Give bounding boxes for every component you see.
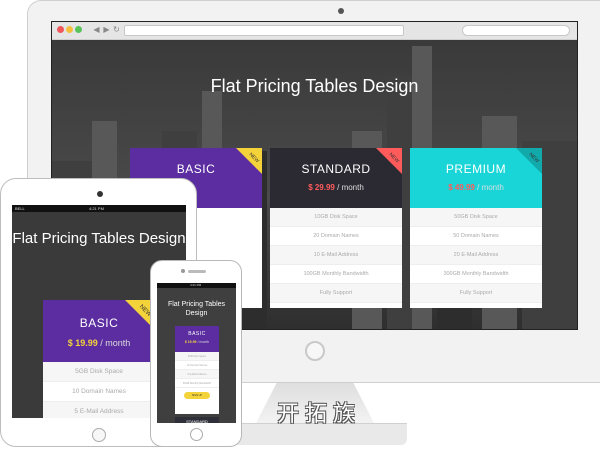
feature-row: 50 Domain Names xyxy=(410,227,542,246)
card-header: BASIC $ 19.99 / month xyxy=(175,326,219,352)
feature-row: 5 E-Mail Address xyxy=(43,402,155,418)
feature-row: 5GB Disk Space xyxy=(43,362,155,382)
feature-row: 10 Domain Names xyxy=(175,361,219,370)
pricing-card-basic: BASIC $ 19.99 / month 5GB Disk Space 10 … xyxy=(175,326,219,414)
feature-row: 50GB Disk Space xyxy=(410,208,542,227)
phone-screen: 4:21 PM Flat Pricing Tables Design BASIC… xyxy=(157,283,236,423)
pricing-card-standard: STANDARD $ 29.99 / month NEW 10GB Disk S… xyxy=(270,148,402,308)
page-title: Flat Pricing Tables Design xyxy=(167,301,226,317)
feature-row: 10 E-Mail Address xyxy=(270,246,402,265)
page-title: Flat Pricing Tables Design xyxy=(12,230,186,247)
plan-price: $ 29.99 / month xyxy=(308,183,364,192)
card-header: STANDARD $ 29.99 / month NEW xyxy=(270,148,402,208)
camera-icon xyxy=(181,269,185,273)
feature-row: Fully Support xyxy=(410,284,542,303)
status-bar: BELL 4:21 PM xyxy=(12,205,186,212)
status-time: 4:21 PM xyxy=(89,206,104,211)
home-button[interactable] xyxy=(92,428,106,442)
feature-row: 5GB Disk Space xyxy=(175,352,219,361)
pricing-card-standard: STANDARD xyxy=(175,417,219,423)
pricing-card-premium: PREMIUM $ 49.99 / month NEW 50GB Disk Sp… xyxy=(410,148,542,308)
sign-up-button[interactable]: SIGN UP xyxy=(184,392,210,399)
forward-arrow-icon[interactable]: ▶ xyxy=(102,25,111,35)
feature-row: 10GB Disk Space xyxy=(270,208,402,227)
page-title: Flat Pricing Tables Design xyxy=(210,76,419,96)
feature-row: 5 E-Mail Address xyxy=(175,370,219,379)
feature-row: 20 Domain Names xyxy=(270,227,402,246)
feature-row: 10 Domain Names xyxy=(43,382,155,402)
window-minimize-icon[interactable] xyxy=(66,26,73,33)
pricing-card-basic: BASIC $ 19.99 / month NEW 5GB Disk Space… xyxy=(43,300,155,418)
camera-icon xyxy=(338,8,344,14)
window-close-icon[interactable] xyxy=(57,26,64,33)
reload-icon[interactable]: ↻ xyxy=(112,25,121,35)
watermark-text: 开拓族 xyxy=(276,402,361,427)
plan-name: BASIC xyxy=(188,331,206,337)
feature-row: 300GB Monthly Bandwidth xyxy=(410,265,542,284)
card-header: PREMIUM $ 49.99 / month NEW xyxy=(410,148,542,208)
card-header: BASIC $ 19.99 / month NEW xyxy=(43,300,155,362)
plan-price: $ 49.99 / month xyxy=(448,183,504,192)
browser-toolbar: ◀ ▶ ↻ xyxy=(52,22,577,40)
camera-icon xyxy=(97,191,103,197)
carrier-label: BELL xyxy=(15,206,25,211)
browser-search-input[interactable] xyxy=(462,25,570,36)
feature-row: Fully Support xyxy=(270,284,402,303)
plan-price: $ 19.99 / month xyxy=(184,340,210,344)
feature-row: 50GB Monthly Bandwidth xyxy=(175,379,219,388)
plan-price: $ 19.99 / month xyxy=(67,338,131,348)
feature-row: 100GB Monthly Bandwidth xyxy=(270,265,402,284)
speaker-grille xyxy=(188,270,206,273)
window-maximize-icon[interactable] xyxy=(75,26,82,33)
plan-name: STANDARD xyxy=(186,419,208,423)
back-arrow-icon[interactable]: ◀ xyxy=(92,25,101,35)
address-bar[interactable] xyxy=(124,25,404,36)
status-time: 4:21 PM xyxy=(190,283,202,287)
status-bar: 4:21 PM xyxy=(157,283,236,288)
power-button[interactable] xyxy=(305,341,325,361)
home-button[interactable] xyxy=(190,428,203,441)
feature-row: 20 E-Mail Address xyxy=(410,246,542,265)
phone-device: 4:21 PM Flat Pricing Tables Design BASIC… xyxy=(150,260,242,447)
